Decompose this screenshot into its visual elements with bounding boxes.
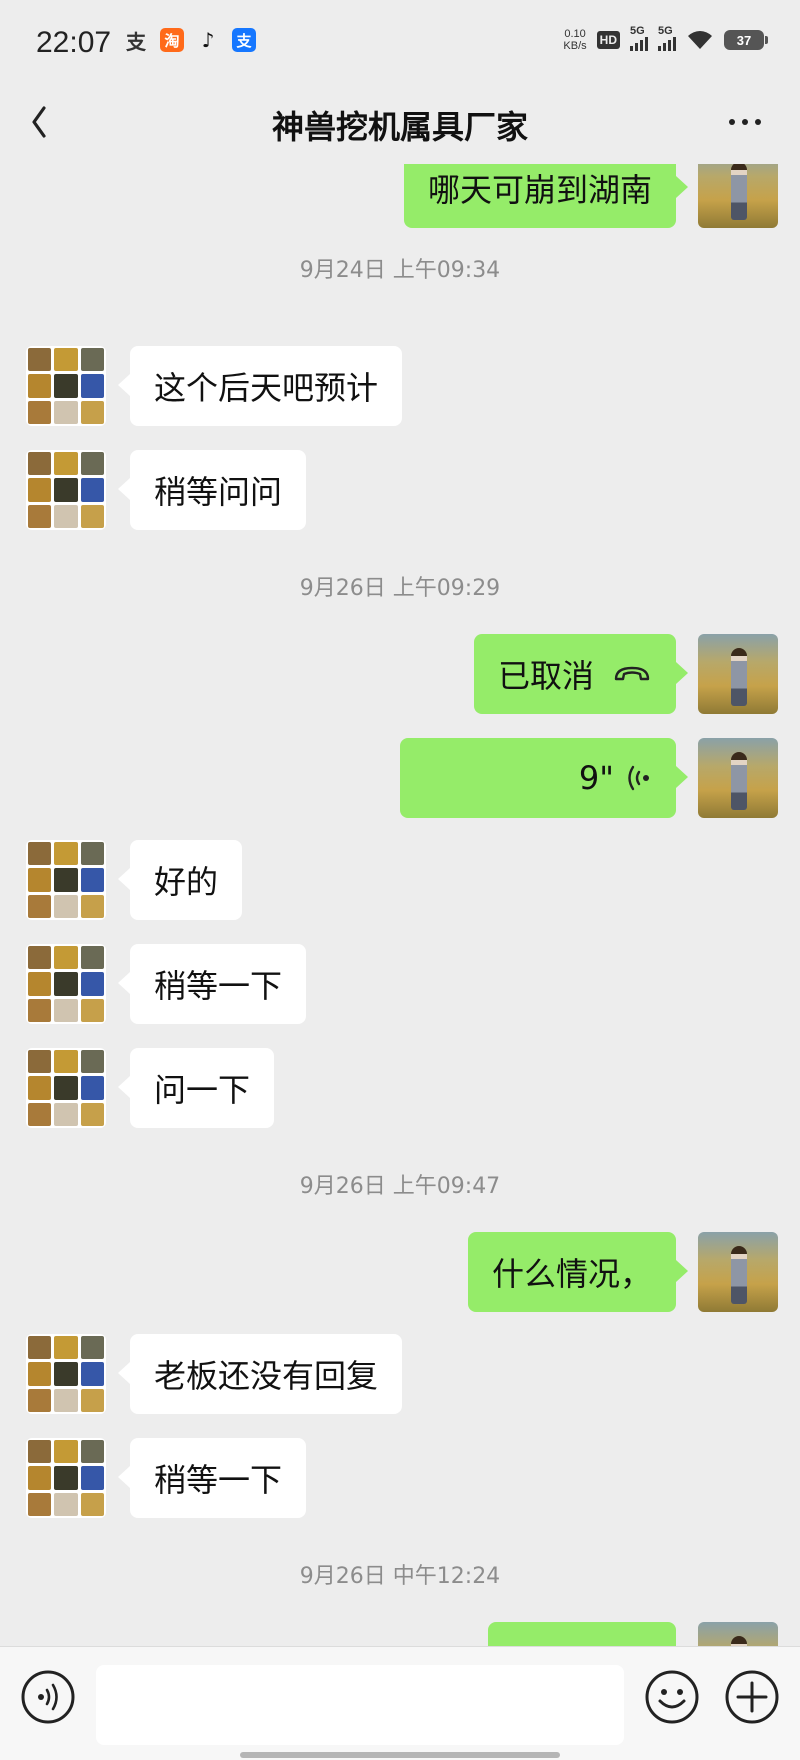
message-text: 什么情况，: [491, 1255, 652, 1293]
message-text: 问一下: [154, 1071, 251, 1109]
message-text: 好的: [154, 863, 219, 901]
message-other: 稍等一下: [26, 944, 307, 1024]
self-avatar[interactable]: [698, 1232, 778, 1312]
home-indicator[interactable]: [240, 1752, 560, 1758]
input-bar: [0, 1646, 800, 1760]
more-dot-icon: [729, 119, 735, 125]
contact-avatar[interactable]: [26, 1334, 106, 1414]
message-input[interactable]: [96, 1665, 624, 1745]
timestamp: 9月24日 上午09:34: [299, 258, 501, 283]
self-avatar[interactable]: [698, 164, 778, 228]
message-other: 老板还没有回复: [26, 1334, 403, 1414]
self-avatar[interactable]: [698, 738, 778, 818]
message-bubble[interactable]: 老板还没有回复: [117, 1334, 403, 1414]
emoji-button[interactable]: [644, 1669, 700, 1725]
contact-avatar[interactable]: [26, 944, 106, 1024]
contact-avatar[interactable]: [26, 450, 106, 530]
taobao-icon: 淘: [160, 28, 184, 52]
message-self: 哪天可崩到湖南: [403, 164, 778, 228]
status-indicators: 0.10 KB/s HD 5G 5G 37: [563, 25, 768, 52]
timestamp: 9月26日 上午09:29: [299, 576, 501, 601]
message-other: 问一下: [26, 1048, 275, 1128]
self-avatar[interactable]: [698, 1622, 778, 1646]
contact-avatar[interactable]: [26, 1048, 106, 1128]
voice-wave-icon: [624, 763, 652, 793]
message-text: 老板还没有回复: [154, 1357, 379, 1395]
more-dot-icon: [755, 119, 761, 125]
wifi-icon: [688, 31, 712, 49]
timestamp: 9月26日 中午12:24: [299, 1564, 501, 1589]
more-dot-icon: [742, 119, 748, 125]
tiktok-icon: ♪: [201, 28, 215, 52]
message-self: 什么情况，: [467, 1232, 778, 1312]
message-bubble[interactable]: 什么情况，: [467, 1232, 689, 1312]
chat-area[interactable]: 哪天可崩到湖南 9月24日 上午09:34 这个后天吧预计 稍等问问 9月26日…: [0, 164, 800, 1646]
voice-icon: [21, 1670, 75, 1724]
message-bubble[interactable]: 稍等一下: [117, 1438, 307, 1518]
message-text: 稍等问问: [154, 473, 283, 511]
hd-icon: HD: [596, 31, 620, 49]
message-bubble[interactable]: 稍等问问: [117, 450, 307, 530]
plus-icon: [725, 1670, 779, 1724]
message-text: 这个后天吧预计: [154, 369, 379, 407]
message-other: 好的: [26, 840, 243, 920]
status-app-icons: 支 淘 ♪ 支: [124, 28, 256, 54]
alipay-blue-icon: 支: [232, 28, 256, 52]
voice-message-bubble[interactable]: 9": [400, 738, 688, 818]
message-bubble[interactable]: 稍等一下: [117, 944, 307, 1024]
message-text: 稍等一下: [154, 1461, 283, 1499]
signal-sim2-icon: 5G: [658, 25, 676, 51]
message-self: 9": [400, 738, 778, 818]
message-bubble[interactable]: 哪天可崩到湖南: [403, 164, 689, 228]
message-text: 已取消: [497, 657, 594, 695]
phone-hangup-icon: [612, 664, 652, 684]
timestamp: 9月26日 上午09:47: [299, 1174, 501, 1199]
contact-avatar[interactable]: [26, 1438, 106, 1518]
more-functions-button[interactable]: [724, 1669, 780, 1725]
message-text: 哪天可崩到湖南: [427, 171, 652, 209]
alipay-icon: 支: [126, 29, 146, 54]
message-text: 稍等一下: [154, 967, 283, 1005]
message-bubble[interactable]: [488, 1622, 676, 1646]
message-bubble[interactable]: 好的: [117, 840, 243, 920]
battery-icon: 37: [724, 30, 768, 50]
call-record-bubble[interactable]: 已取消: [473, 634, 689, 714]
status-bar: 22:07 支 淘 ♪ 支 0.10 KB/s HD 5G 5G 37: [0, 0, 800, 86]
message-bubble[interactable]: 问一下: [117, 1048, 275, 1128]
message-self-partial: [488, 1622, 778, 1646]
message-self: 已取消: [473, 634, 778, 714]
more-options-button[interactable]: [720, 102, 770, 142]
message-bubble[interactable]: 这个后天吧预计: [117, 346, 403, 426]
contact-avatar[interactable]: [26, 346, 106, 426]
network-speed: 0.10 KB/s: [563, 28, 587, 52]
signal-sim1-icon: 5G: [630, 25, 648, 51]
message-other: 这个后天吧预计: [26, 346, 403, 426]
message-other: 稍等一下: [26, 1438, 307, 1518]
contact-avatar[interactable]: [26, 840, 106, 920]
self-avatar[interactable]: [698, 634, 778, 714]
emoji-icon: [645, 1670, 699, 1724]
voice-input-button[interactable]: [20, 1669, 76, 1725]
chat-header: 神兽挖机属具厂家: [0, 86, 800, 164]
chat-title: 神兽挖机属具厂家: [271, 108, 528, 146]
status-time: 22:07: [36, 26, 112, 59]
voice-duration: 9": [578, 759, 614, 797]
message-other: 稍等问问: [26, 450, 307, 530]
